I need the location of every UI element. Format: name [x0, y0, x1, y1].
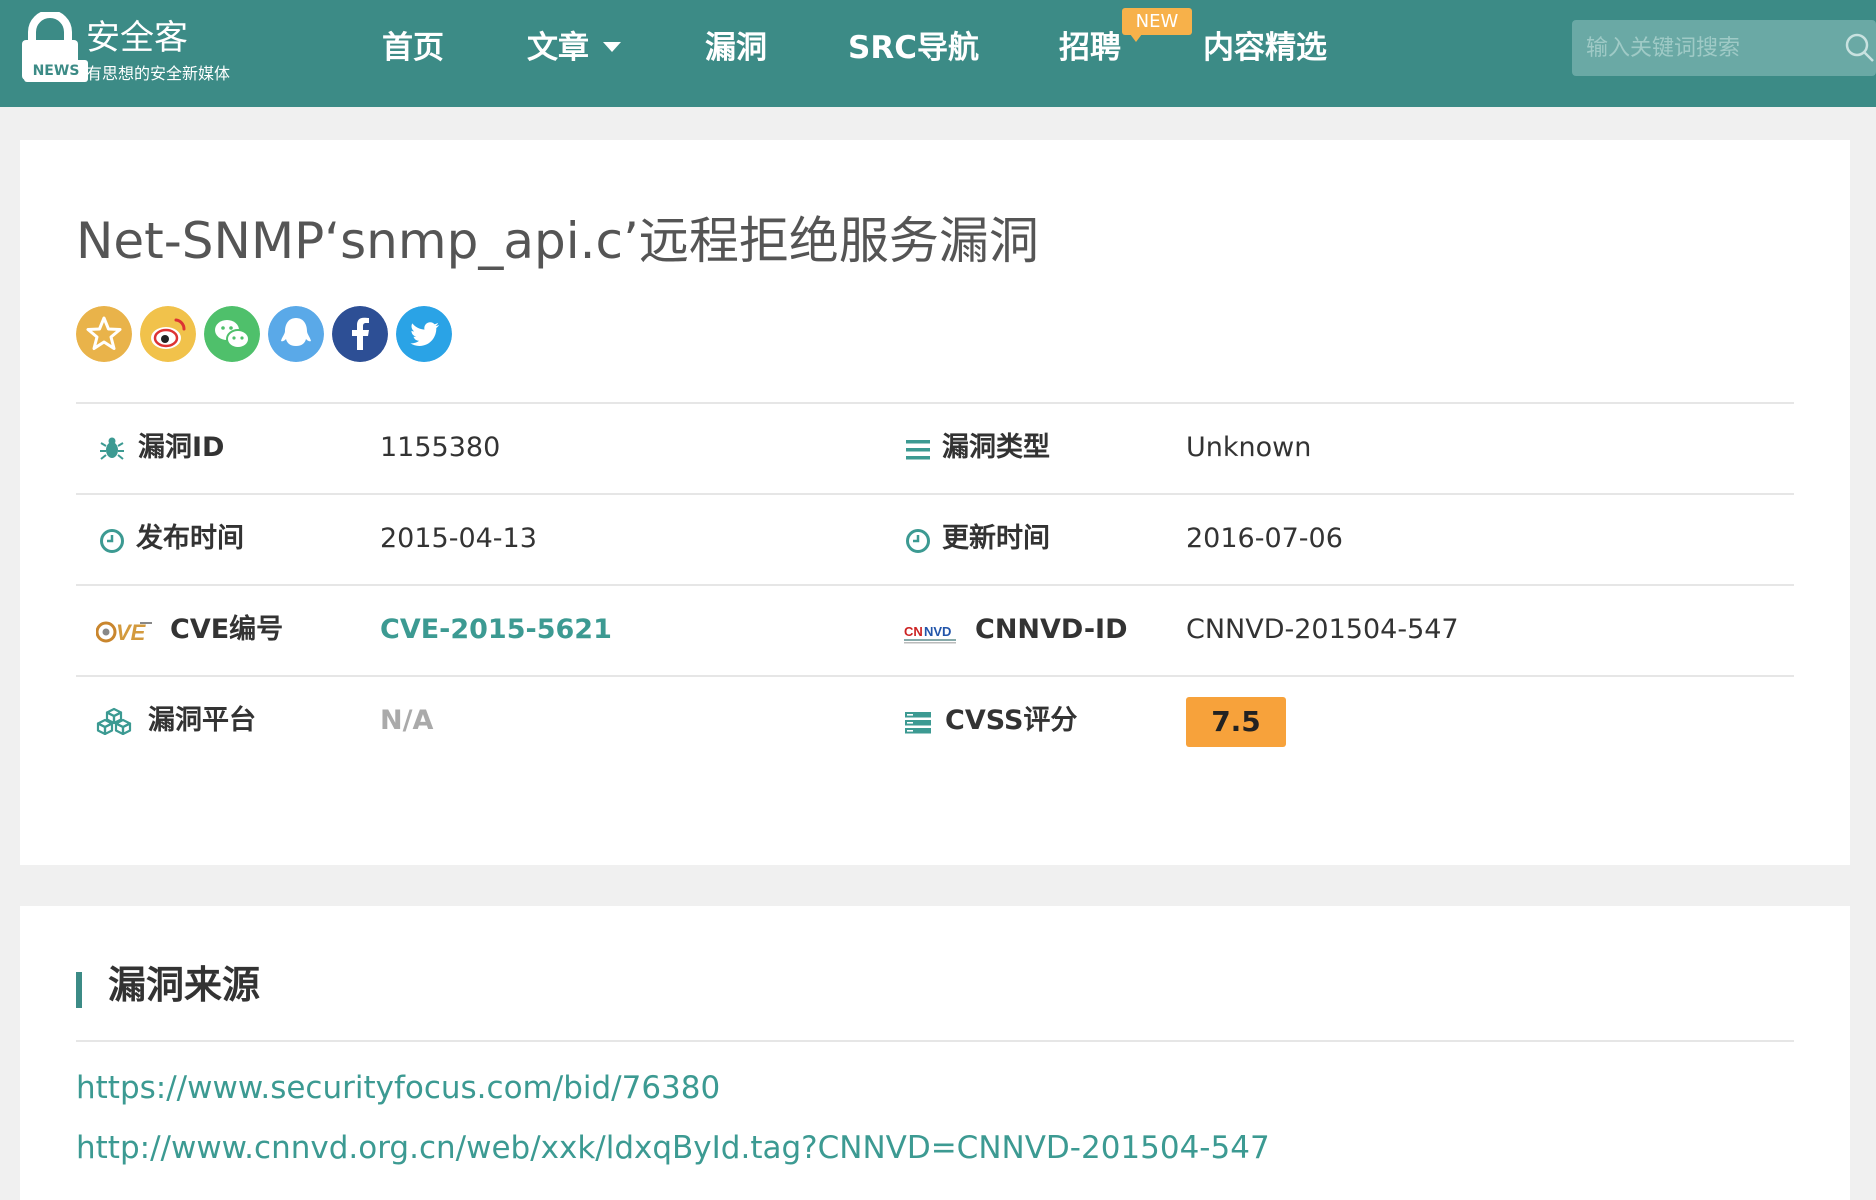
cubes-icon [96, 707, 132, 735]
weibo-icon[interactable] [140, 306, 196, 362]
update-date-value: 2016-07-06 [1186, 523, 1343, 554]
clock-icon [100, 529, 124, 553]
chevron-down-icon [603, 41, 621, 52]
svg-text:CN: CN [904, 624, 923, 639]
table-row: 漏洞平台 N/A CVSS评分 7.5 [76, 675, 1794, 766]
vuln-id-label: 漏洞ID [138, 432, 225, 463]
svg-text:NVD: NVD [924, 624, 951, 639]
source-link[interactable]: http://www.cnnvd.org.cn/web/xxk/ldxqById… [76, 1128, 1270, 1168]
site-logo[interactable]: NEWS 安全客 有思想的安全新媒体 [18, 12, 248, 90]
nav-item-articles[interactable]: 文章 [527, 26, 621, 70]
server-icon [905, 712, 931, 734]
cnnvd-label: CNNVD-ID [975, 614, 1128, 645]
divider [76, 1040, 1794, 1042]
platform-label: 漏洞平台 [148, 705, 256, 736]
vuln-id-value: 1155380 [380, 432, 501, 463]
nav-item-vulnerabilities[interactable]: 漏洞 [705, 26, 767, 70]
publish-date-label: 发布时间 [136, 523, 244, 554]
nav-item-jobs[interactable]: 招聘 [1059, 26, 1121, 70]
vulnerability-source-card: 漏洞来源 https://www.securityfocus.com/bid/7… [20, 906, 1850, 1200]
vulnerability-info-table: 漏洞ID 1155380 漏洞类型 Unknown 发布时间 2015-04-1… [76, 402, 1794, 766]
vulnerability-detail-card: Net-SNMP‘snmp_api.c’远程拒绝服务漏洞 漏洞ID 115538… [20, 140, 1850, 865]
brand-subtitle: 有思想的安全新媒体 [86, 64, 231, 83]
clock-icon [906, 529, 930, 553]
cnnvd-logo-icon: CN NVD [904, 624, 956, 644]
favorite-icon[interactable] [76, 306, 132, 362]
cvss-label: CVSS评分 [945, 705, 1078, 736]
nav-item-home[interactable]: 首页 [382, 26, 444, 70]
new-badge: NEW [1122, 8, 1192, 42]
top-navigation-bar: NEWS 安全客 有思想的安全新媒体 首页 文章 漏洞 SRC导航 招聘 NEW… [0, 0, 1876, 107]
wechat-icon[interactable] [204, 306, 260, 362]
nav-item-featured[interactable]: 内容精选 [1203, 26, 1327, 70]
twitter-icon[interactable] [396, 306, 452, 362]
nav-item-src-navigation[interactable]: SRC导航 [848, 26, 979, 70]
bug-icon [100, 437, 124, 460]
list-icon [906, 440, 930, 460]
brand-title: 安全客 [86, 18, 188, 58]
platform-value: N/A [380, 705, 434, 736]
cvss-score-badge: 7.5 [1186, 697, 1286, 747]
cve-logo-icon: VE [96, 620, 152, 645]
nav-item-articles-label: 文章 [527, 30, 589, 66]
section-heading-source: 漏洞来源 [76, 960, 260, 1010]
logo-news-badge: NEWS [24, 60, 88, 82]
search-box [1572, 20, 1876, 76]
table-row: 发布时间 2015-04-13 更新时间 2016-07-06 [76, 493, 1794, 584]
table-row: VE CVE编号 CVE-2015-5621 CN NVD CNNVD-ID C… [76, 584, 1794, 675]
vuln-type-value: Unknown [1186, 432, 1312, 463]
search-icon[interactable] [1844, 32, 1876, 64]
facebook-icon[interactable] [332, 306, 388, 362]
cve-link[interactable]: CVE-2015-5621 [380, 584, 612, 675]
cnnvd-id-value: CNNVD-201504-547 [1186, 614, 1459, 645]
qq-icon[interactable] [268, 306, 324, 362]
publish-date-value: 2015-04-13 [380, 523, 537, 554]
vuln-type-label: 漏洞类型 [942, 432, 1050, 463]
cve-label: CVE编号 [170, 614, 284, 645]
table-row: 漏洞ID 1155380 漏洞类型 Unknown [76, 402, 1794, 493]
source-link[interactable]: https://www.securityfocus.com/bid/76380 [76, 1068, 720, 1108]
update-date-label: 更新时间 [942, 523, 1050, 554]
search-input[interactable] [1572, 20, 1842, 76]
page-title: Net-SNMP‘snmp_api.c’远程拒绝服务漏洞 [76, 212, 1039, 270]
